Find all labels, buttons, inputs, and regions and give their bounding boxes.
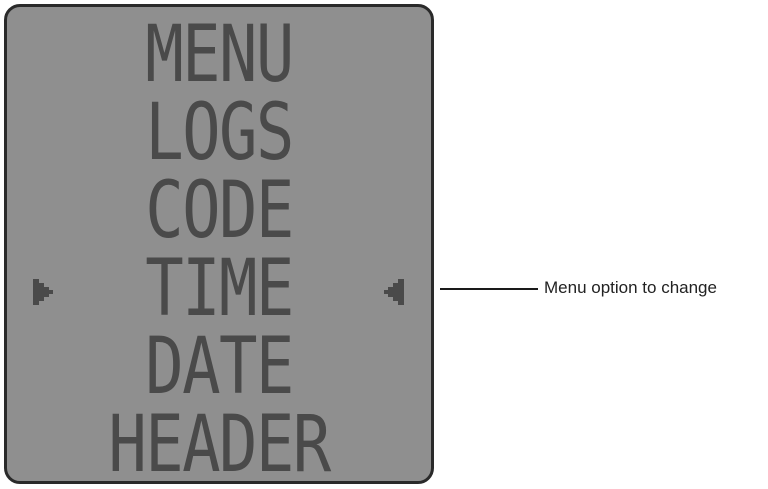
menu-item-code: CODE [145, 166, 294, 256]
callout-label: Menu option to change [544, 278, 717, 297]
right-pointing-arrow-icon [33, 279, 53, 305]
menu-item-date: DATE [145, 322, 294, 412]
menu-title: MENU [145, 10, 294, 100]
menu-item-logs: LOGS [145, 88, 294, 178]
menu-item-header: HEADER [108, 400, 331, 484]
left-pointing-arrow-icon [384, 279, 404, 305]
lcd-screen: MENU LOGS CODE TIME DATE HEADER [4, 4, 434, 484]
callout-leader-line [440, 288, 538, 290]
menu-item-time-selected: TIME [145, 244, 294, 334]
